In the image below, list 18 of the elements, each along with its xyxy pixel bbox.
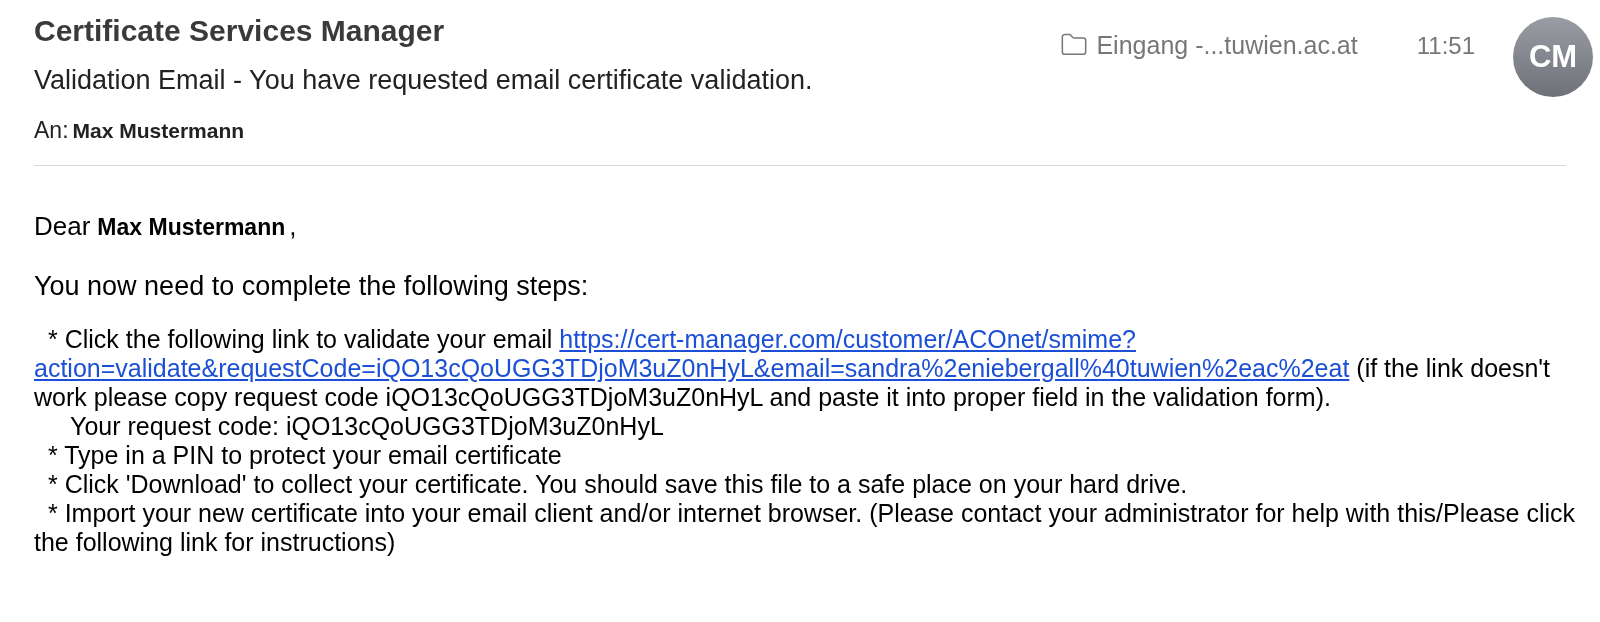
intro-text: You now need to complete the following steps:: [34, 270, 590, 303]
step-text: * Import your new certificate into your email client and/or internet browser. (Please contact your administrator for help with this/Please click the following link for instructions): [34, 499, 1577, 557]
step-text: * Click 'Download' to collect your certificate. You should save this file to a safe place on your hard drive.: [47, 470, 1189, 499]
mailbox-name[interactable]: Eingang -...tuwien.ac.at: [1096, 30, 1358, 60]
subject: Validation Email - You have requested email certificate validation.: [34, 64, 814, 96]
greeting-comma: ,: [289, 210, 297, 242]
step-text: * Type in a PIN to protect your email certificate: [47, 441, 563, 470]
step-text: Your request code: iQO13cQoUGG3TDjoM3uZ0nHyL: [69, 412, 665, 441]
received-time: 11:51: [1416, 31, 1475, 61]
sender-name: Certificate Services Manager: [34, 13, 446, 49]
step-text: * Click the following link to validate your email https://cert-manager.com/customer/ACOnet/smime? action=validate&requestCode=iQO13cQoUGG3TDjoM3uZ0nHyL&email=sandra%2eniebergall%40tuwien%2eac%2eat (if the link doesn't work please copy request code iQO13cQoUGG3TDjoM3uZ0nHyL and paste it into proper field in the validation form).: [34, 325, 1552, 412]
greeting-name: Max Mustermann: [97, 213, 286, 242]
sender-avatar: CM: [1513, 17, 1593, 97]
recipient-name: Max Mustermann: [72, 118, 245, 144]
greeting: Dear: [34, 210, 91, 242]
validation-link[interactable]: action=validate&requestCode=iQO13cQoUGG3TDjoM3uZ0nHyL&email=sandra%2eniebergall%40tuwien%2eac%2eat: [34, 354, 1350, 383]
recipient-label: An:: [34, 116, 69, 144]
validation-link[interactable]: https://cert-manager.com/customer/ACOnet/smime?: [559, 325, 1136, 354]
